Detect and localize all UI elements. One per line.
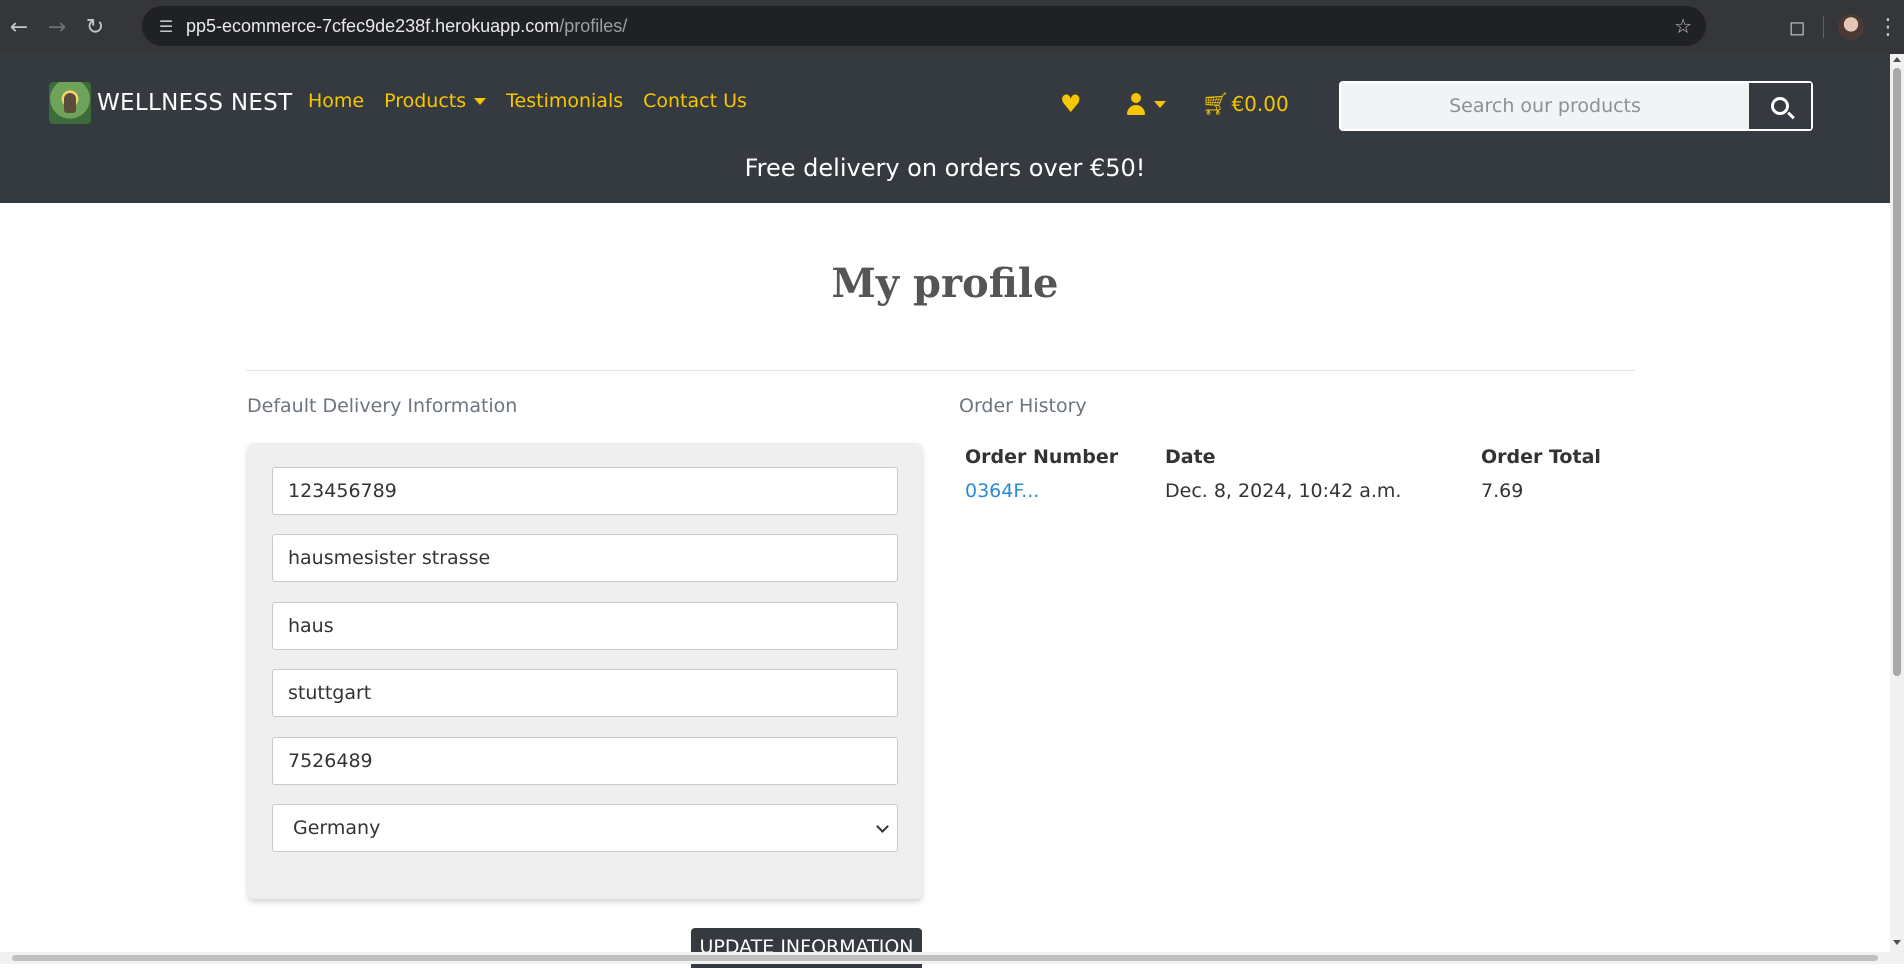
chevron-down-icon	[876, 819, 889, 833]
order-number-link[interactable]: 0364F...	[965, 480, 1039, 502]
nav-home[interactable]: Home	[308, 90, 364, 112]
table-row: 0364F... Dec. 8, 2024, 10:42 a.m. 7.69	[959, 480, 1625, 502]
url-host: pp5-ecommerce-7cfec9de238f.herokuapp.com	[186, 15, 560, 36]
brand-name: WELLNESS NEST	[97, 90, 293, 116]
site-info-icon[interactable]: ☰	[146, 17, 186, 36]
brand-link[interactable]: WELLNESS NEST	[49, 82, 292, 124]
search-button[interactable]	[1749, 83, 1811, 129]
cart-total: €0.00	[1231, 92, 1289, 116]
nav-testimonials[interactable]: Testimonials	[506, 90, 623, 112]
column-header-order-number: Order Number	[965, 446, 1119, 468]
nav-contact[interactable]: Contact Us	[643, 90, 747, 112]
user-icon	[1126, 93, 1146, 115]
postcode-field[interactable]: 7526489	[272, 737, 898, 785]
main-nav: Home Products Testimonials Contact Us	[308, 90, 767, 112]
street-address-1-field[interactable]: hausmesister strasse	[272, 534, 898, 582]
country-select[interactable]: Germany	[272, 804, 898, 852]
scroll-down-icon[interactable]	[1893, 940, 1901, 945]
extensions-icon[interactable]: ◻	[1777, 15, 1817, 39]
cart-icon: 🛒︎	[1201, 91, 1230, 117]
search-input[interactable]	[1341, 83, 1749, 129]
url-text[interactable]: pp5-ecommerce-7cfec9de238f.herokuapp.com…	[186, 16, 627, 37]
chevron-down-icon	[474, 97, 487, 105]
profile-avatar[interactable]	[1838, 14, 1864, 40]
order-total-cell: 7.69	[1481, 480, 1524, 502]
page-title: My profile	[831, 260, 1059, 307]
promo-banner: Free delivery on orders over €50!	[744, 154, 1146, 182]
brand-logo	[49, 82, 91, 124]
town-field[interactable]: stuttgart	[272, 669, 898, 717]
table-header-row: Order Number Date Order Total	[959, 446, 1625, 480]
delivery-form: 123456789 hausmesister strasse haus stut…	[248, 443, 922, 899]
reload-icon[interactable]: ↻	[76, 8, 114, 46]
scrollbar-thumb[interactable]	[1893, 68, 1901, 676]
cart-link[interactable]: 🛒︎ €0.00	[1202, 92, 1289, 117]
address-bar[interactable]: ☰ pp5-ecommerce-7cfec9de238f.herokuapp.c…	[142, 6, 1706, 46]
search-form	[1339, 81, 1813, 131]
vertical-scrollbar[interactable]	[1890, 54, 1904, 964]
order-date-cell: Dec. 8, 2024, 10:42 a.m.	[1165, 480, 1402, 502]
nav-products[interactable]: Products	[384, 90, 487, 112]
horizontal-scrollbar[interactable]	[0, 952, 1890, 964]
delivery-info-label: Default Delivery Information	[247, 395, 518, 417]
wishlist-heart-icon[interactable]: ♥	[1060, 90, 1082, 118]
back-icon[interactable]: ←	[0, 8, 38, 46]
browser-toolbar: ← → ↻ ☰ pp5-ecommerce-7cfec9de238f.herok…	[0, 0, 1904, 54]
column-header-date: Date	[1165, 446, 1216, 468]
forward-icon[interactable]: →	[38, 8, 76, 46]
scrollbar-thumb[interactable]	[12, 955, 1878, 961]
divider	[246, 370, 1635, 371]
order-history-label: Order History	[959, 395, 1087, 417]
toolbar-separator	[1823, 16, 1824, 38]
nav-products-label: Products	[384, 90, 467, 112]
order-number-cell: 0364F...	[959, 480, 1159, 502]
phone-field[interactable]: 123456789	[272, 467, 898, 515]
country-value: Germany	[293, 817, 381, 839]
column-header-order-total: Order Total	[1481, 446, 1601, 468]
site-header: WELLNESS NEST Home Products Testimonials…	[0, 54, 1890, 203]
chevron-down-icon	[1153, 100, 1166, 108]
browser-menu-icon[interactable]: ⋮	[1872, 15, 1904, 40]
bookmark-star-icon[interactable]: ☆	[1674, 14, 1692, 38]
scroll-up-icon[interactable]	[1893, 57, 1901, 62]
street-address-2-field[interactable]: haus	[272, 602, 898, 650]
url-path: /profiles/	[559, 15, 628, 36]
account-menu[interactable]	[1126, 93, 1166, 115]
search-icon	[1771, 97, 1789, 115]
order-history-table: Order Number Date Order Total 0364F... D…	[959, 446, 1625, 502]
